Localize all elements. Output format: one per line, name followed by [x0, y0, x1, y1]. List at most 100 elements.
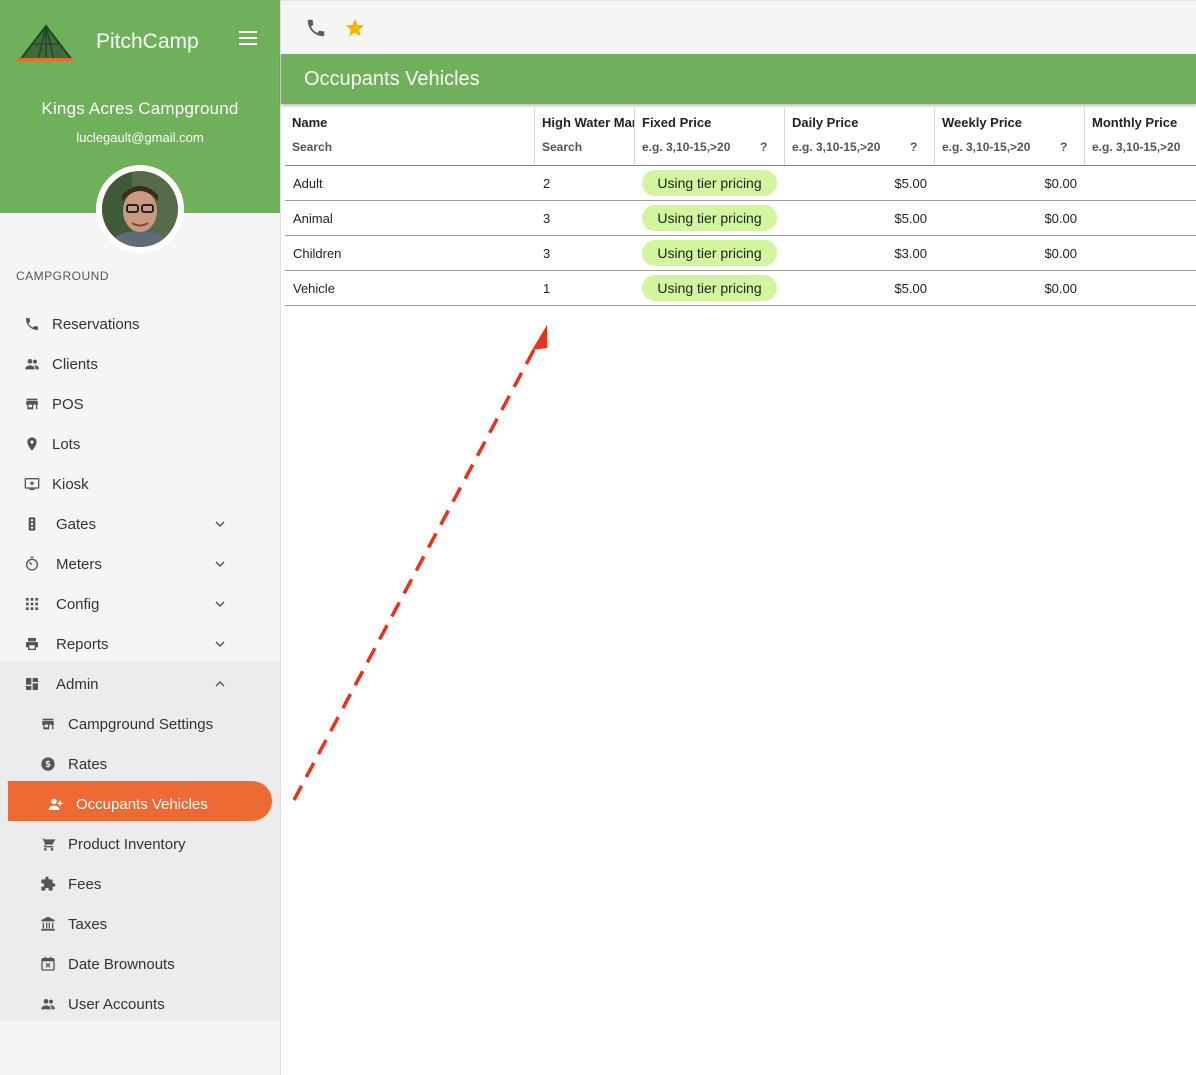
nav-label: Admin [56, 675, 99, 693]
nav-label: Taxes [68, 915, 108, 933]
range-filter-input[interactable]: e.g. 3,10-15,>20 [792, 140, 880, 154]
cell-high-water-mark: 1 [543, 281, 551, 296]
tier-pricing-chip[interactable]: Using tier pricing [642, 240, 777, 266]
tier-pricing-chip[interactable]: Using tier pricing [642, 170, 777, 196]
location-pin-icon [27, 437, 37, 451]
section-label-campground: CAMPGROUND [16, 269, 110, 283]
column-header-fixed-price[interactable]: Fixed Price e.g. 3,10-15,>20 ? [635, 108, 785, 166]
chevron-down-icon [215, 521, 225, 528]
nav-label: Date Brownouts [68, 955, 175, 973]
chevron-down-icon [215, 561, 225, 568]
svg-text:$: $ [45, 760, 51, 770]
nav-item-kiosk[interactable]: Kiosk [0, 464, 280, 504]
nav-item-pos[interactable]: POS [0, 384, 280, 424]
table-row[interactable]: Animal 3 Using tier pricing $5.00 $0.00 [285, 201, 1196, 236]
cell-daily-price: $3.00 [894, 246, 927, 261]
occupants-table: Name Search High Water Mark Search Fixed… [285, 108, 1196, 308]
nav-item-taxes[interactable]: Taxes [0, 904, 280, 944]
cell-daily-price: $5.00 [894, 211, 927, 226]
dashboard-icon [26, 678, 38, 690]
column-header-high-water-mark[interactable]: High Water Mark Search [535, 108, 635, 166]
nav-item-reports[interactable]: Reports [0, 624, 280, 664]
user-email: luclegault@gmail.com [76, 130, 204, 145]
filter-help-icon[interactable]: ? [910, 140, 917, 154]
tier-pricing-chip[interactable]: Using tier pricing [642, 275, 777, 301]
nav-label: Kiosk [52, 475, 89, 493]
top-toolbar [281, 0, 1196, 54]
range-filter-input[interactable]: e.g. 3,10-15,>20 [942, 140, 1030, 154]
range-filter-input[interactable]: e.g. 3,10-15,>20 [642, 140, 730, 154]
store-icon [42, 718, 54, 730]
range-filter-input[interactable]: e.g. 3,10-15,>20 [1092, 140, 1180, 154]
phone-icon [26, 318, 38, 330]
filter-help-icon[interactable]: ? [760, 140, 767, 154]
people-icon [25, 359, 39, 370]
cell-name: Animal [293, 211, 333, 226]
cell-high-water-mark: 2 [543, 176, 551, 191]
search-filter-input[interactable]: Search [542, 140, 582, 154]
column-header-name[interactable]: Name Search [285, 108, 535, 166]
nav-label: Product Inventory [68, 835, 186, 853]
nav-item-user-accounts[interactable]: User Accounts [0, 984, 280, 1024]
nav-item-meters[interactable]: Meters [0, 544, 280, 584]
column-header-monthly-price[interactable]: Monthly Price e.g. 3,10-15,>20 ? [1085, 108, 1196, 166]
nav-label: Reports [56, 635, 109, 653]
table-row[interactable]: Adult 2 Using tier pricing $5.00 $0.00 [285, 166, 1196, 201]
column-header-daily-price[interactable]: Daily Price e.g. 3,10-15,>20 ? [785, 108, 935, 166]
cell-daily-price: $5.00 [894, 176, 927, 191]
table-row[interactable]: Vehicle 1 Using tier pricing $5.00 $0.00 [285, 271, 1196, 306]
cell-weekly-price: $0.00 [1044, 246, 1077, 261]
cell-name: Children [293, 246, 342, 261]
nav-item-admin[interactable]: Admin [0, 664, 280, 704]
sidebar: PitchCamp Kings Acres Campground luclega… [0, 0, 281, 1075]
column-title: Weekly Price [942, 115, 1022, 130]
cell-name: Vehicle [293, 281, 335, 296]
campground-name: Kings Acres Campground [41, 99, 239, 118]
traffic-light-icon [28, 517, 36, 531]
bank-icon [41, 916, 55, 931]
nav-label: Gates [56, 515, 97, 533]
avatar[interactable] [96, 165, 184, 259]
nav-label: Lots [52, 435, 81, 453]
column-title: Monthly Price [1092, 115, 1178, 130]
nav-item-rates[interactable]: $ Rates [0, 744, 280, 784]
star-icon[interactable] [344, 17, 366, 39]
nav-item-config[interactable]: Config [0, 584, 280, 624]
column-title: Daily Price [792, 115, 859, 130]
nav-item-lots[interactable]: Lots [0, 424, 280, 464]
column-title: Name [292, 115, 328, 130]
hamburger-menu-icon[interactable] [236, 26, 260, 50]
nav-item-campground-settings[interactable]: Campground Settings [0, 704, 280, 744]
chevron-up-icon [215, 680, 225, 687]
nav-label: Reservations [52, 315, 140, 333]
grid-icon [26, 598, 38, 610]
nav-label: Meters [56, 555, 102, 573]
nav-item-date-brownouts[interactable]: Date Brownouts [0, 944, 280, 984]
nav-label: Clients [52, 355, 98, 373]
nav-item-gates[interactable]: Gates [0, 504, 280, 544]
printer-icon [26, 638, 38, 650]
column-title: Fixed Price [642, 115, 712, 130]
cell-high-water-mark: 3 [543, 246, 551, 261]
nav-item-product-inventory[interactable]: Product Inventory [0, 824, 280, 864]
column-header-weekly-price[interactable]: Weekly Price e.g. 3,10-15,>20 ? [935, 108, 1085, 166]
tier-pricing-chip[interactable]: Using tier pricing [642, 205, 777, 231]
nav-item-fees[interactable]: Fees [0, 864, 280, 904]
search-filter-input[interactable]: Search [292, 140, 332, 154]
chevron-down-icon [215, 601, 225, 608]
annotation-arrow [292, 325, 547, 801]
phone-icon[interactable] [305, 17, 327, 39]
column-title: High Water Mark [542, 115, 634, 130]
people-icon [41, 999, 55, 1010]
cell-high-water-mark: 3 [543, 211, 551, 226]
nav-label: Fees [68, 875, 102, 893]
filter-help-icon[interactable]: ? [1060, 140, 1067, 154]
page-header: Occupants Vehicles [281, 54, 1196, 104]
nav-label: User Accounts [68, 995, 165, 1013]
nav-item-occupants-vehicles[interactable]: Occupants Vehicles [0, 784, 280, 824]
nav-item-clients[interactable]: Clients [0, 344, 280, 384]
table-row[interactable]: Children 3 Using tier pricing $3.00 $0.0… [285, 236, 1196, 271]
page-title: Occupants Vehicles [304, 68, 480, 90]
calendar-x-icon [41, 956, 55, 971]
nav-item-reservations[interactable]: Reservations [0, 304, 280, 344]
